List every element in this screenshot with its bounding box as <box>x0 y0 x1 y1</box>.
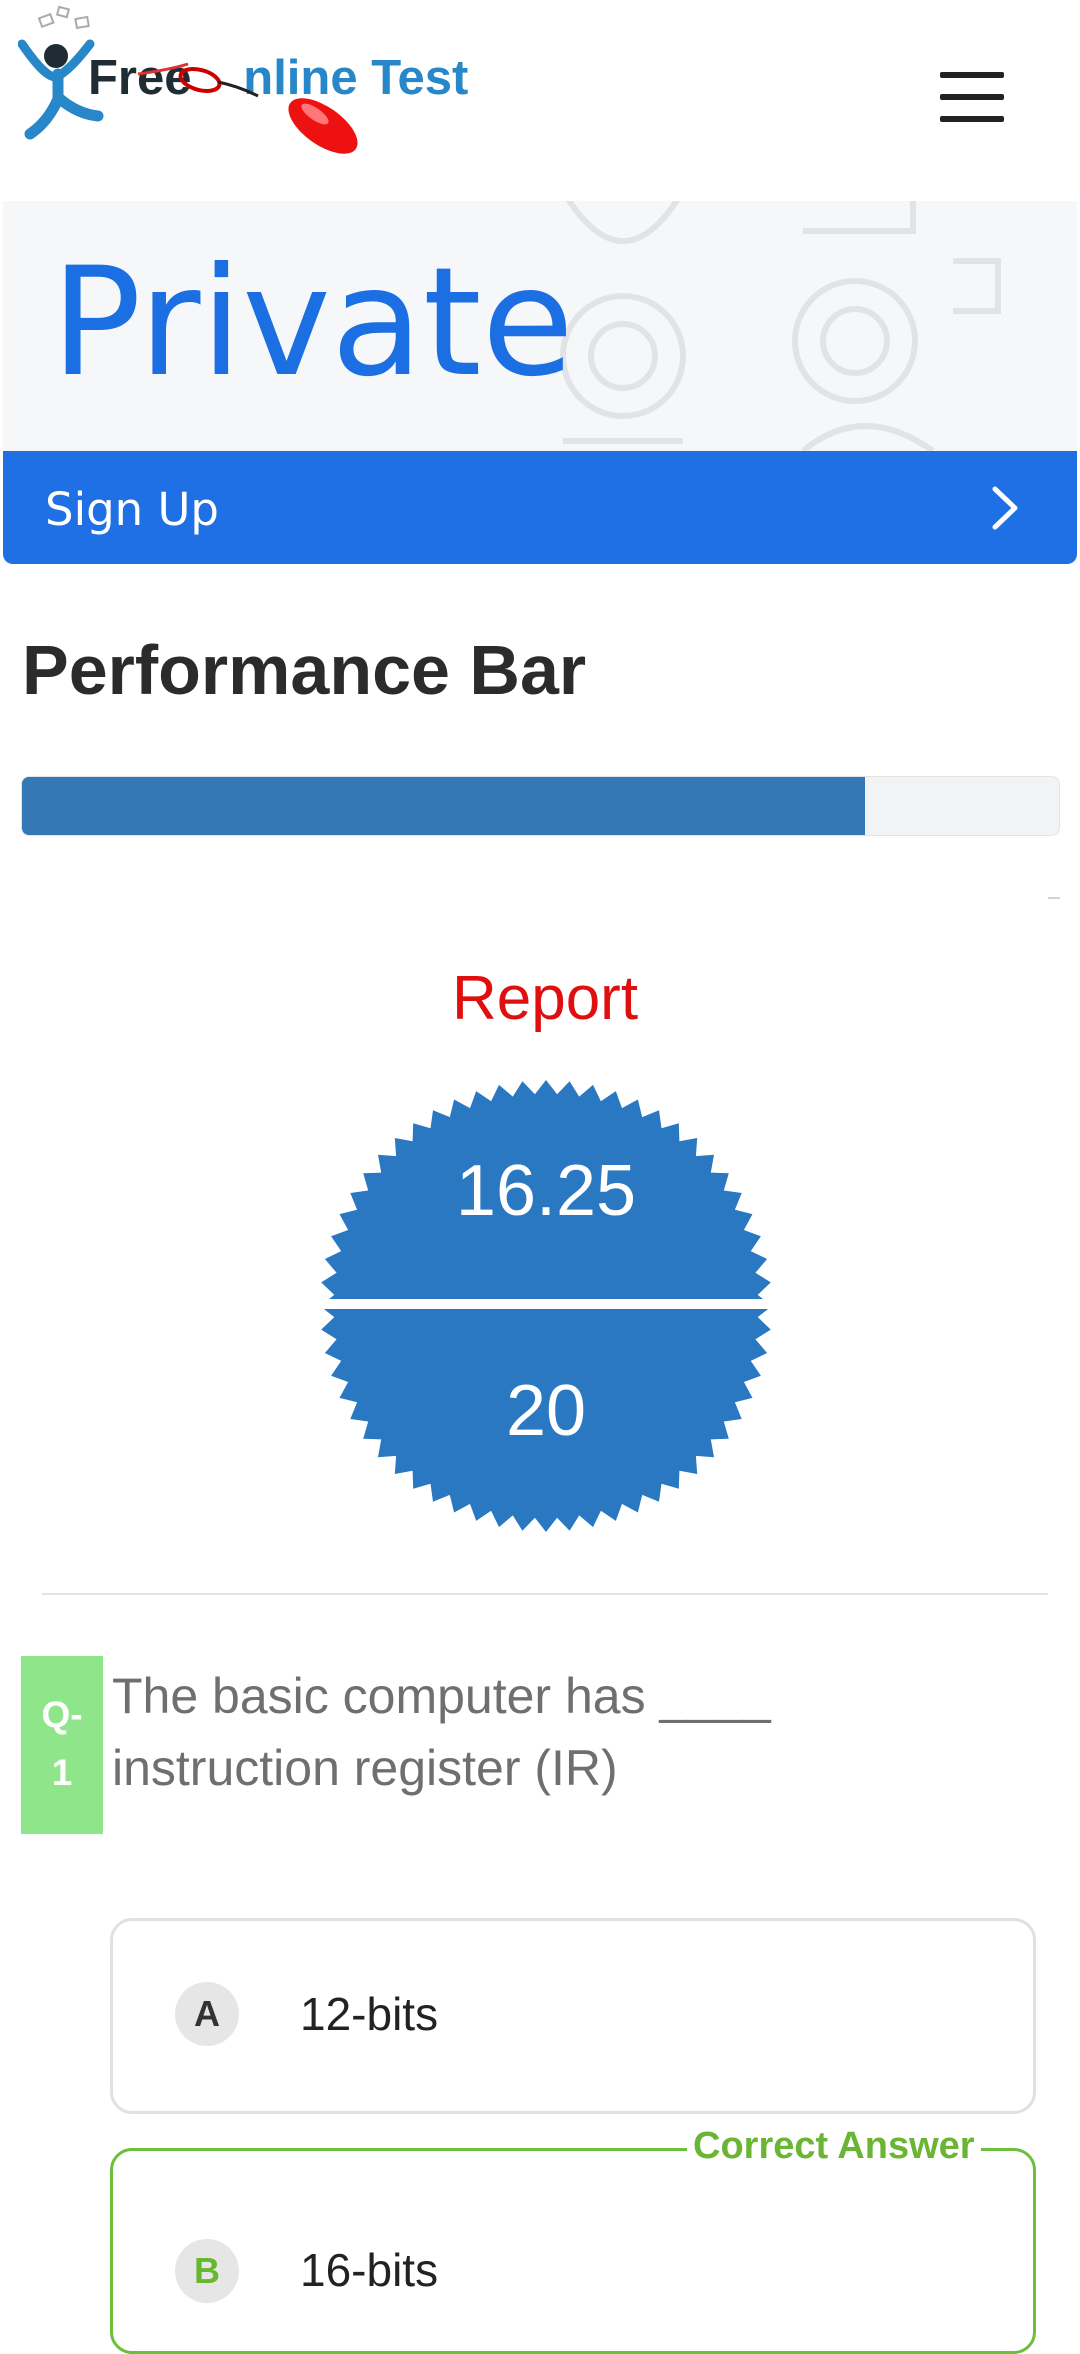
option-label: 16-bits <box>300 2244 439 2296</box>
option-letter: A <box>175 1982 239 2046</box>
score-badge: 16.25 20 <box>316 1080 776 1532</box>
question-number-badge: Q- 1 <box>21 1656 103 1834</box>
option-b[interactable]: Correct Answer B 16-bits <box>110 2125 1036 2354</box>
section-divider <box>42 1593 1048 1595</box>
score-total: 20 <box>505 1371 587 1451</box>
ad-banner[interactable]: Private Sign Up <box>3 201 1077 564</box>
report-title: Report <box>451 964 639 1033</box>
score-divider-line <box>316 1299 776 1309</box>
score-badge-shape <box>316 1080 776 1532</box>
question-text: The basic computer has ____ instruction … <box>112 1668 771 1796</box>
site-header: Free Online Test <box>0 0 1080 200</box>
mouse-icon <box>137 62 358 154</box>
divider-mark <box>1048 897 1060 899</box>
sign-up-button[interactable]: Sign Up <box>3 451 1077 564</box>
score-obtained: 16.25 <box>455 1151 637 1231</box>
option-a[interactable]: A 12-bits <box>110 1918 1036 2114</box>
performance-progress-fill <box>22 777 865 835</box>
sign-up-label: Sign Up <box>45 483 219 536</box>
option-label: 12-bits <box>300 1988 439 2040</box>
correct-answer-tag: Correct Answer <box>687 2125 981 2168</box>
performance-title: Performance Bar <box>22 631 587 709</box>
hamburger-menu-icon[interactable] <box>936 72 1008 124</box>
option-letter: B <box>175 2239 239 2303</box>
question-number: 1 <box>51 1752 73 1793</box>
question-number-prefix: Q- <box>41 1694 83 1735</box>
performance-progress-bar <box>21 776 1060 836</box>
chevron-right-icon <box>992 486 1018 530</box>
ad-headline: Private <box>51 236 574 410</box>
site-logo[interactable]: Free Online Test <box>17 4 478 164</box>
